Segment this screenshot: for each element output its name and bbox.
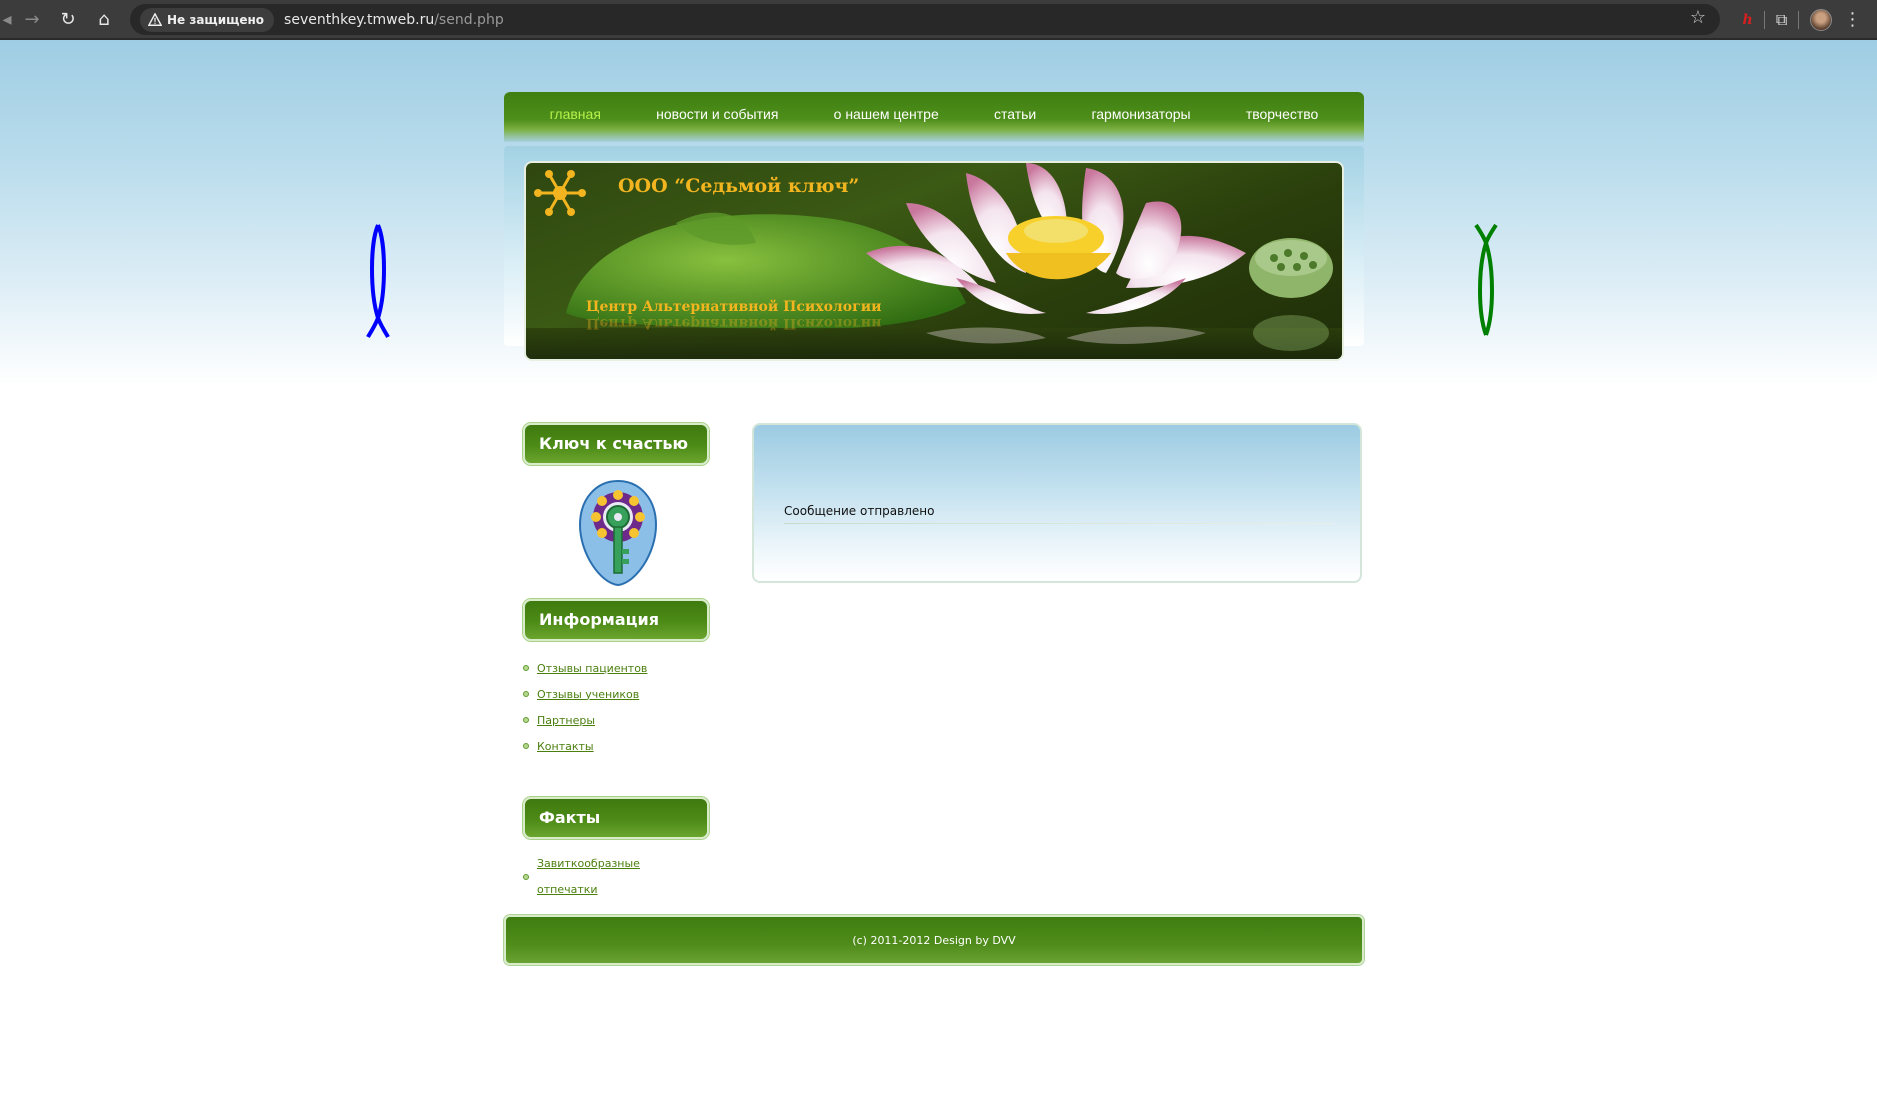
toolbar-separator xyxy=(1798,11,1800,29)
browser-toolbar: ◂ → ↻ ⌂ Не защищено seventhkey.tmweb.ru/… xyxy=(0,0,1877,40)
browser-menu-icon[interactable]: ⋮ xyxy=(1843,11,1861,29)
extension-h-icon[interactable]: h xyxy=(1743,12,1753,28)
security-indicator[interactable]: Не защищено xyxy=(140,7,275,32)
list-item: Завиткообразные отпечатки xyxy=(523,851,711,903)
bullet-icon xyxy=(523,665,529,671)
status-message: Сообщение отправлено xyxy=(784,504,935,518)
banner-title: ООО “Седьмой ключ” xyxy=(618,175,860,197)
nav-item-harmonizers[interactable]: гармонизаторы xyxy=(1091,106,1190,122)
home-icon[interactable]: ⌂ xyxy=(86,1,122,37)
nav-item-creativity[interactable]: творчество xyxy=(1246,106,1319,122)
nav-item-home[interactable]: главная xyxy=(550,106,601,122)
bullet-icon xyxy=(523,717,529,723)
bookmark-star-icon[interactable]: ☆ xyxy=(1690,7,1706,28)
warning-icon xyxy=(148,12,162,26)
list-item: Отзывы пациентов xyxy=(523,655,711,681)
page-background: главная новости и события о нашем центре… xyxy=(0,40,1877,1096)
toolbar-separator xyxy=(1763,11,1765,29)
header-frame: ООО “Седьмой ключ” Центр Альтернативной … xyxy=(504,146,1364,361)
main-content-box: Сообщение отправлено xyxy=(752,423,1362,583)
main-navigation: главная новости и события о нашем центре… xyxy=(504,92,1364,142)
list-item: Партнеры xyxy=(523,707,711,733)
footer-copyright: (c) 2011-2012 Design by DVV xyxy=(852,933,1016,947)
banner-subtitle-reflection: Центр Альтернативной Психологии xyxy=(586,315,882,331)
bullet-icon xyxy=(523,691,529,697)
sidebar-heading-facts: Факты xyxy=(523,797,709,839)
extensions-puzzle-icon[interactable]: ⧉ xyxy=(1776,10,1787,30)
link-partners[interactable]: Партнеры xyxy=(537,714,595,727)
link-student-reviews[interactable]: Отзывы учеников xyxy=(537,688,639,701)
address-bar[interactable]: Не защищено seventhkey.tmweb.ru/send.php… xyxy=(130,4,1720,35)
url-path: /send.php xyxy=(434,11,504,28)
blue-ribbon-icon xyxy=(366,224,390,338)
footer: (c) 2011-2012 Design by DVV xyxy=(504,915,1364,965)
reload-icon[interactable]: ↻ xyxy=(50,1,86,37)
header-banner: ООО “Седьмой ключ” Центр Альтернативной … xyxy=(524,161,1344,361)
forward-icon[interactable]: → xyxy=(14,1,50,37)
sidebar: Ключ к счастью Информация Отзывы пациент… xyxy=(523,423,711,903)
security-label: Не защищено xyxy=(167,12,265,27)
extensions-area: h ⧉ ⋮ xyxy=(1727,0,1877,40)
key-emblem-logo xyxy=(578,479,658,587)
snowflake-logo xyxy=(534,170,586,216)
nav-item-articles[interactable]: статьи xyxy=(994,106,1036,122)
profile-avatar[interactable] xyxy=(1810,9,1833,31)
banner-subtitle: Центр Альтернативной Психологии xyxy=(586,299,882,315)
info-link-list: Отзывы пациентов Отзывы учеников Партнер… xyxy=(523,655,711,759)
list-item: Контакты xyxy=(523,733,711,759)
sidebar-heading-key: Ключ к счастью xyxy=(523,423,709,465)
back-icon[interactable]: ◂ xyxy=(0,1,14,37)
list-item: Отзывы учеников xyxy=(523,681,711,707)
nav-item-about[interactable]: о нашем центре xyxy=(834,106,939,122)
link-contacts[interactable]: Контакты xyxy=(537,740,594,753)
url-text[interactable]: seventhkey.tmweb.ru/send.php xyxy=(284,12,504,28)
content-divider xyxy=(784,523,1334,524)
link-loop-prints[interactable]: Завиткообразные отпечатки xyxy=(537,851,657,903)
link-patient-reviews[interactable]: Отзывы пациентов xyxy=(537,662,647,675)
sidebar-heading-info: Информация xyxy=(523,599,709,641)
lotus-seed-pod xyxy=(1249,238,1333,351)
bullet-icon xyxy=(523,743,529,749)
url-host: seventhkey.tmweb.ru xyxy=(284,11,435,28)
bullet-icon xyxy=(523,874,529,880)
green-ribbon-icon xyxy=(1474,223,1498,336)
nav-item-news[interactable]: новости и события xyxy=(656,106,778,122)
